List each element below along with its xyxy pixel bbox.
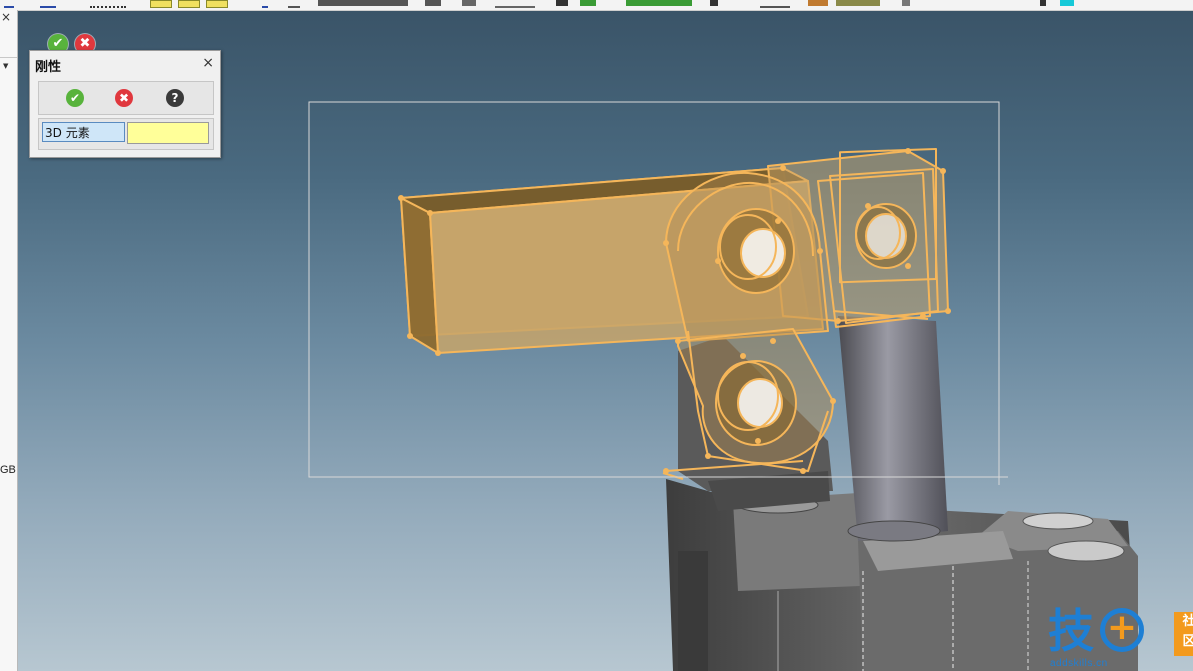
dialog-cancel-button[interactable]: ✖ — [115, 89, 133, 107]
chevron-down-icon[interactable]: ▼ — [3, 62, 8, 70]
logo-badge-bottom: 区 — [1182, 634, 1193, 649]
watermark-logo: 技 + 社 区 addskills.cn — [1048, 606, 1193, 671]
logo-url: addskills.cn — [1050, 658, 1108, 669]
dialog-button-bar: ✔ ✖ ? — [38, 81, 214, 115]
toolbar-icon[interactable] — [178, 0, 200, 8]
dialog-ok-button[interactable]: ✔ — [66, 89, 84, 107]
panel-label: GB — [0, 464, 16, 476]
toolbar-icon[interactable] — [4, 0, 14, 8]
toolbar-icon[interactable] — [808, 0, 828, 6]
help-icon: ? — [171, 91, 179, 105]
toolbar-icon[interactable] — [150, 0, 172, 8]
check-icon: ✔ — [69, 91, 81, 105]
toolbar-icon[interactable] — [760, 0, 790, 8]
toolbar-icon[interactable] — [626, 0, 692, 6]
rigid-dialog[interactable]: 刚性 × ✔ ✖ ? 3D 元素 — [29, 50, 221, 158]
top-toolbar — [0, 0, 1193, 11]
logo-badge: 社 区 — [1174, 612, 1193, 656]
toolbar-icon[interactable] — [710, 0, 718, 6]
dialog-close-icon[interactable]: × — [202, 55, 214, 71]
toolbar-icon[interactable] — [318, 0, 408, 6]
logo-badge-top: 社 — [1182, 614, 1193, 629]
logo-character: 技 — [1048, 604, 1094, 658]
close-icon: ✖ — [79, 36, 91, 51]
toolbar-icon[interactable] — [288, 0, 300, 8]
logo-plus-icon: + — [1100, 608, 1144, 652]
toolbar-icon[interactable] — [556, 0, 568, 6]
element-selection-field[interactable] — [127, 122, 209, 144]
check-icon: ✔ — [52, 36, 64, 51]
toolbar-icon[interactable] — [836, 0, 880, 6]
left-side-panel: × ▼ GB — [0, 10, 18, 671]
dialog-title: 刚性 — [35, 60, 62, 75]
panel-close-icon[interactable]: × — [1, 10, 11, 24]
close-icon: ✖ — [118, 91, 130, 105]
toolbar-icon[interactable] — [902, 0, 910, 6]
toolbar-icon[interactable] — [262, 0, 268, 8]
element-field-row: 3D 元素 — [38, 118, 214, 150]
toolbar-icon[interactable] — [425, 0, 441, 6]
element-field-label[interactable]: 3D 元素 — [42, 122, 125, 142]
toolbar-icon[interactable] — [1040, 0, 1046, 6]
toolbar-icon[interactable] — [1060, 0, 1074, 6]
toolbar-icon[interactable] — [462, 0, 476, 6]
toolbar-icon[interactable] — [495, 0, 535, 8]
toolbar-icon[interactable] — [580, 0, 596, 6]
toolbar-icon[interactable] — [40, 0, 56, 8]
toolbar-icon[interactable] — [90, 0, 126, 8]
panel-divider — [0, 57, 17, 58]
toolbar-icon[interactable] — [206, 0, 228, 8]
dialog-help-button[interactable]: ? — [166, 89, 184, 107]
